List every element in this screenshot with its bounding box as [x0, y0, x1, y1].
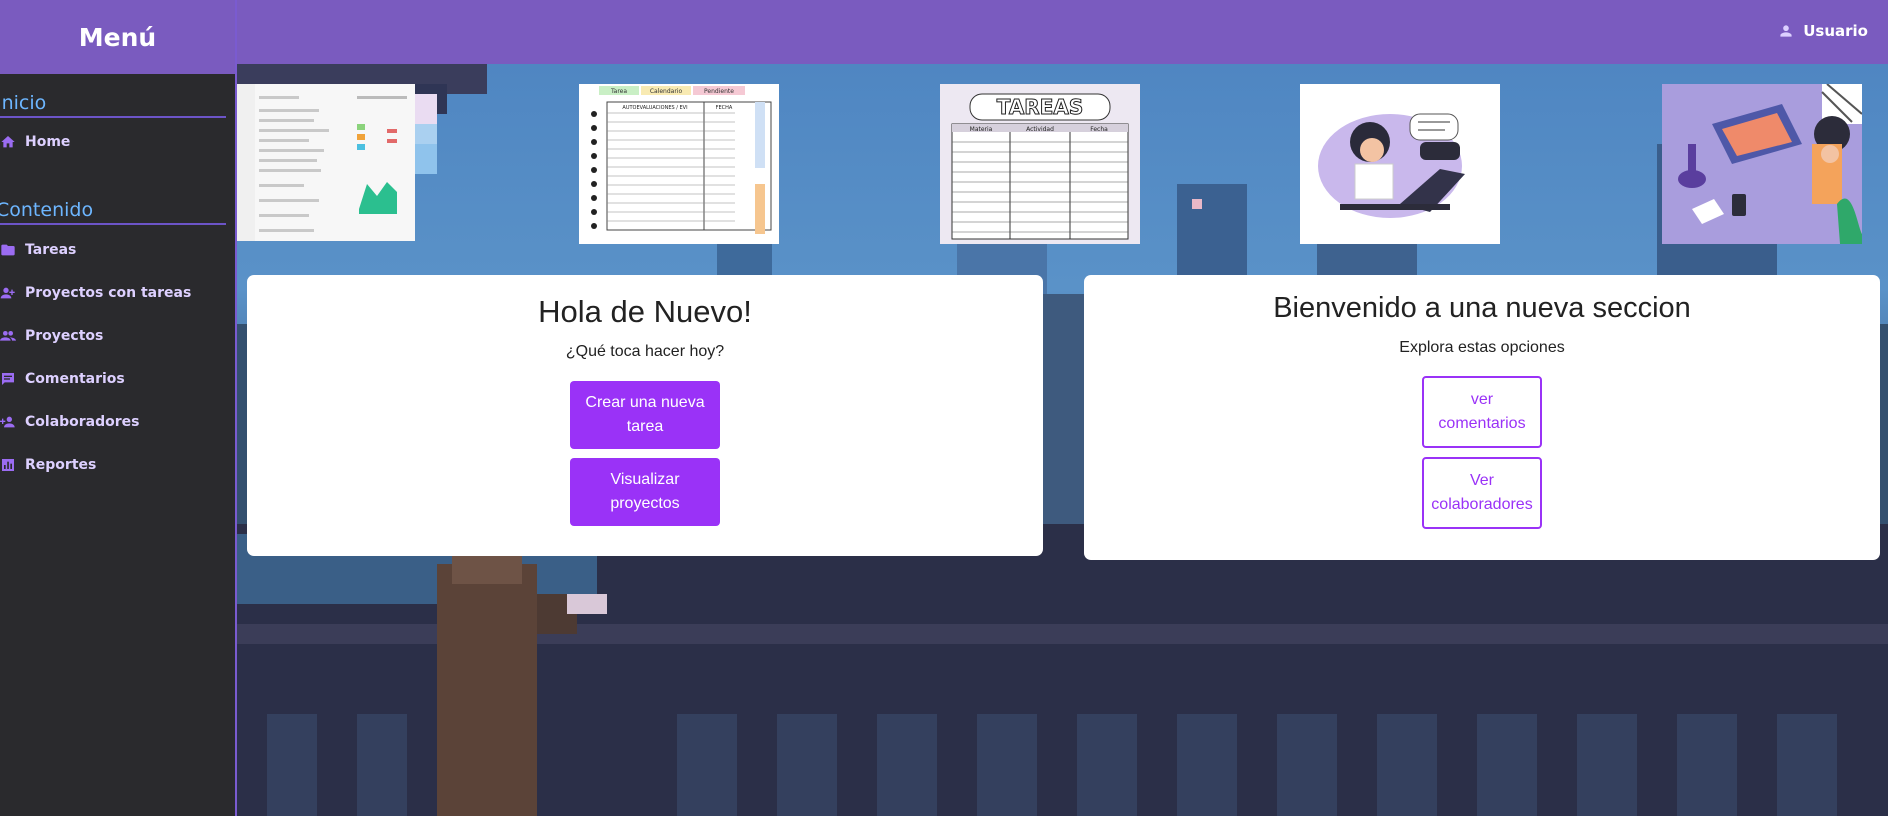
- woman-phone-laptop-image: [1300, 84, 1500, 244]
- svg-text:Fecha: Fecha: [1090, 126, 1108, 133]
- welcome-card: Hola de Nuevo! ¿Qué toca hacer hoy? Crea…: [247, 275, 1043, 556]
- sidebar-title: Menú: [0, 0, 235, 74]
- sidebar-item-reportes[interactable]: Reportes: [0, 453, 96, 477]
- user-label: Usuario: [1803, 22, 1868, 40]
- svg-text:Materia: Materia: [970, 126, 993, 133]
- home-icon: [0, 134, 16, 150]
- top-bar: Usuario: [237, 0, 1888, 64]
- svg-text:Calendario: Calendario: [650, 88, 683, 95]
- svg-text:Pendiente: Pendiente: [704, 88, 734, 95]
- bar-chart-icon: [0, 457, 16, 473]
- planner-sheet-image: Tarea Calendario Pendiente AUTOEVALUACIO…: [579, 84, 779, 244]
- section-title-contenido: Contenido: [0, 199, 226, 225]
- welcome-title: Hola de Nuevo!: [538, 294, 752, 329]
- welcome-subtitle: ¿Qué toca hacer hoy?: [565, 343, 725, 360]
- group-add-icon: [0, 285, 16, 301]
- create-task-button[interactable]: Crear una nueva tarea: [570, 381, 720, 449]
- dashboard-screenshot-image: [237, 84, 415, 241]
- sidebar-item-label: Tareas: [25, 242, 77, 258]
- svg-text:Actividad: Actividad: [1026, 126, 1054, 133]
- person-icon: [1780, 25, 1792, 37]
- new-section-title: Bienvenido a una nueva seccion: [1273, 292, 1691, 324]
- new-section-card: Bienvenido a una nueva seccion Explora e…: [1084, 275, 1880, 560]
- svg-text:AUTOEVALUACIONES / EVI: AUTOEVALUACIONES / EVI: [622, 105, 687, 111]
- sidebar-item-label: Reportes: [25, 457, 97, 473]
- user-menu[interactable]: Usuario: [1779, 22, 1868, 40]
- svg-text:TAREAS: TAREAS: [997, 95, 1084, 119]
- tareas-table-image: TAREAS Materia Actividad Fecha: [940, 84, 1140, 244]
- sidebar-item-proyectos-con-tareas[interactable]: Proyectos con tareas: [0, 281, 191, 305]
- section-title-inicio: Inicio: [0, 92, 226, 118]
- comment-icon: [0, 371, 16, 387]
- folder-icon: [0, 242, 16, 258]
- sidebar-item-label: Proyectos con tareas: [25, 285, 192, 301]
- people-icon: [0, 328, 16, 344]
- person-add-icon: [0, 414, 16, 430]
- svg-text:FECHA: FECHA: [716, 105, 733, 111]
- isometric-desk-image: [1662, 84, 1862, 244]
- sidebar-item-home[interactable]: Home: [0, 130, 70, 154]
- sidebar-item-label: Comentarios: [25, 371, 125, 387]
- view-collaborators-button[interactable]: Ver colaboradores: [1422, 457, 1542, 529]
- sidebar-item-label: Colaboradores: [25, 414, 140, 430]
- svg-text:Tarea: Tarea: [610, 88, 627, 95]
- view-projects-button[interactable]: Visualizar proyectos: [570, 458, 720, 526]
- new-section-subtitle: Explora estas opciones: [1399, 339, 1565, 356]
- sidebar-item-tareas[interactable]: Tareas: [0, 238, 76, 262]
- sidebar-item-colaboradores[interactable]: Colaboradores: [0, 410, 140, 434]
- sidebar-item-label: Proyectos: [25, 328, 104, 344]
- view-comments-button[interactable]: ver comentarios: [1422, 376, 1542, 448]
- sidebar-item-comentarios[interactable]: Comentarios: [0, 367, 125, 391]
- sidebar: Menú Inicio Home Contenido Tareas Proyec…: [0, 0, 237, 816]
- sidebar-item-label: Home: [25, 134, 71, 150]
- sidebar-item-proyectos[interactable]: Proyectos: [0, 324, 103, 348]
